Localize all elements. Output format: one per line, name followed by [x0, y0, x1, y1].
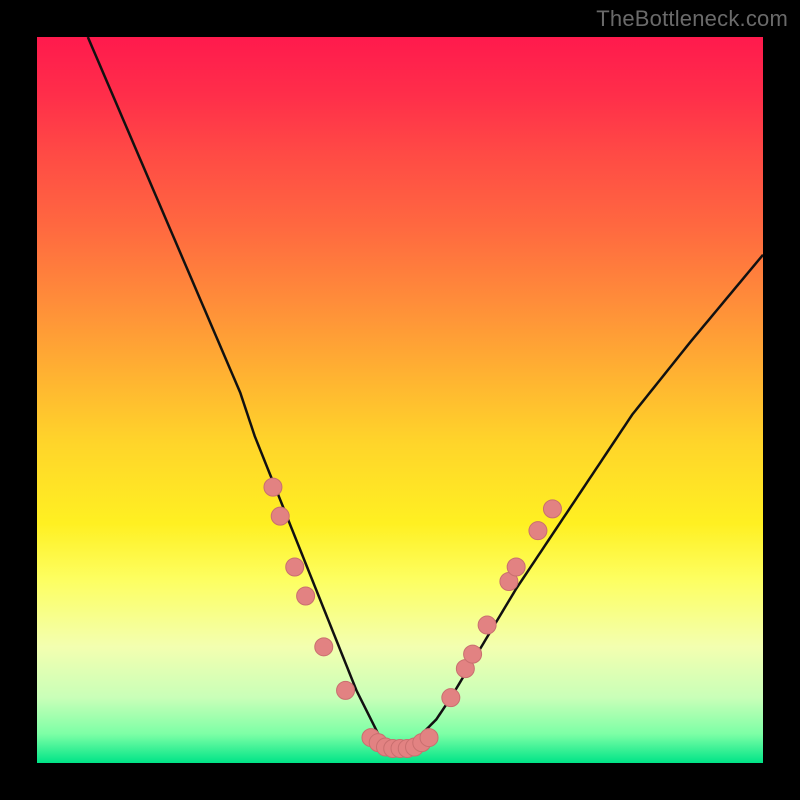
- curve-marker: [478, 616, 496, 634]
- curve-marker: [264, 478, 282, 496]
- curve-marker: [413, 734, 431, 752]
- chart-frame: TheBottleneck.com: [0, 0, 800, 800]
- curve-marker: [529, 522, 547, 540]
- curve-marker: [337, 681, 355, 699]
- curve-marker: [362, 729, 380, 747]
- curve-marker: [315, 638, 333, 656]
- curve-marker: [369, 734, 387, 752]
- curve-marker: [376, 738, 394, 756]
- curve-marker: [391, 739, 409, 757]
- curve-marker: [500, 573, 518, 591]
- curve-marker: [464, 645, 482, 663]
- curve-marker: [297, 587, 315, 605]
- bottleneck-curve: [37, 37, 763, 763]
- curve-marker: [420, 729, 438, 747]
- curve-marker: [271, 507, 289, 525]
- plot-area: [37, 37, 763, 763]
- curve-marker: [456, 660, 474, 678]
- curve-marker: [398, 739, 416, 757]
- curve-marker: [286, 558, 304, 576]
- attribution-text: TheBottleneck.com: [596, 6, 788, 32]
- curve-marker: [406, 738, 424, 756]
- curve-marker: [507, 558, 525, 576]
- curve-markers: [37, 37, 763, 763]
- curve-marker: [442, 689, 460, 707]
- curve-marker: [543, 500, 561, 518]
- curve-marker: [384, 739, 402, 757]
